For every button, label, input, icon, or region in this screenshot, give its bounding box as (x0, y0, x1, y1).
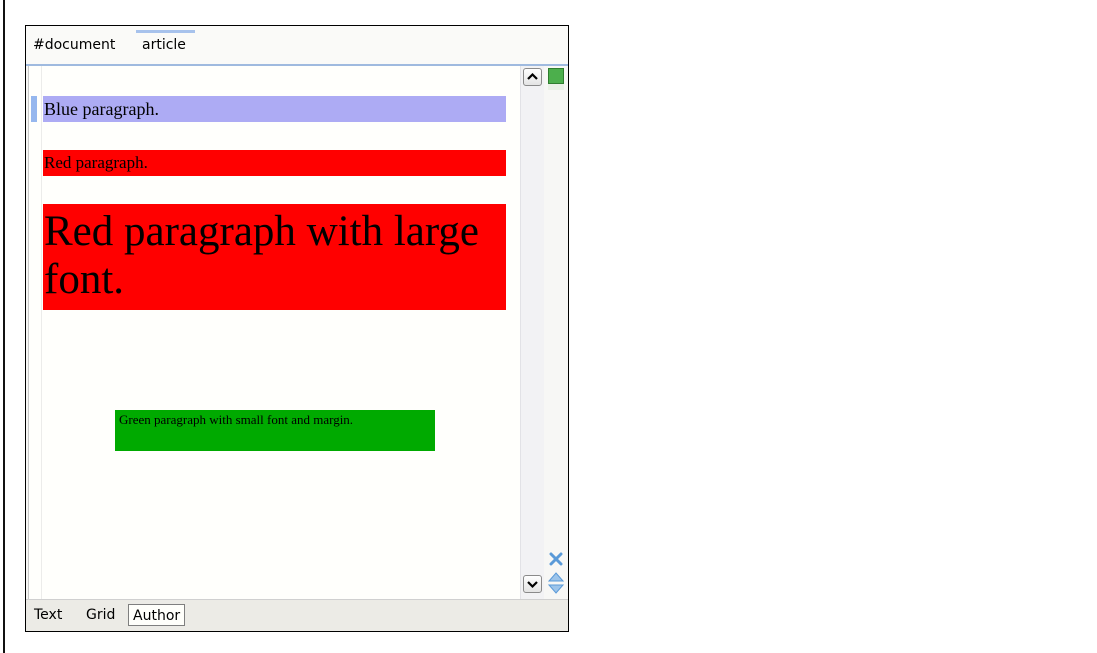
breadcrumb-item-article[interactable]: article (142, 37, 186, 53)
author-editor-window: #document article Blue paragraph. Red pa… (25, 25, 569, 632)
status-tint (548, 84, 564, 90)
document-content-area[interactable]: Blue paragraph. Red paragraph. Red parag… (28, 66, 521, 599)
content-margin-guide (41, 66, 42, 599)
right-gutter (544, 66, 568, 599)
close-icon[interactable] (548, 552, 564, 566)
blue-paragraph[interactable]: Blue paragraph. (43, 96, 506, 122)
tab-grid[interactable]: Grid (82, 604, 119, 626)
green-paragraph[interactable]: Green paragraph with small font and marg… (115, 410, 435, 451)
scroll-down-icon (527, 581, 538, 589)
editor-mode-tabs: Text Grid Author (26, 599, 568, 631)
navigate-up-down-icon[interactable] (548, 572, 564, 594)
scroll-up-icon (527, 72, 538, 80)
vertical-scrollbar[interactable] (520, 66, 544, 599)
breadcrumb: #document article (26, 26, 568, 64)
breadcrumb-selection-indicator (136, 30, 195, 33)
breadcrumb-item-document[interactable]: #document (33, 37, 115, 53)
scroll-down-button[interactable] (523, 575, 542, 593)
tab-text[interactable]: Text (30, 604, 66, 626)
document-status-indicator[interactable] (548, 68, 564, 84)
caret-block-marker (31, 96, 37, 122)
tab-author[interactable]: Author (128, 604, 186, 626)
scroll-up-button[interactable] (523, 68, 542, 86)
red-large-paragraph[interactable]: Red paragraph with large font. (43, 204, 506, 310)
red-paragraph[interactable]: Red paragraph. (43, 150, 506, 176)
window-edge-line (3, 0, 5, 653)
